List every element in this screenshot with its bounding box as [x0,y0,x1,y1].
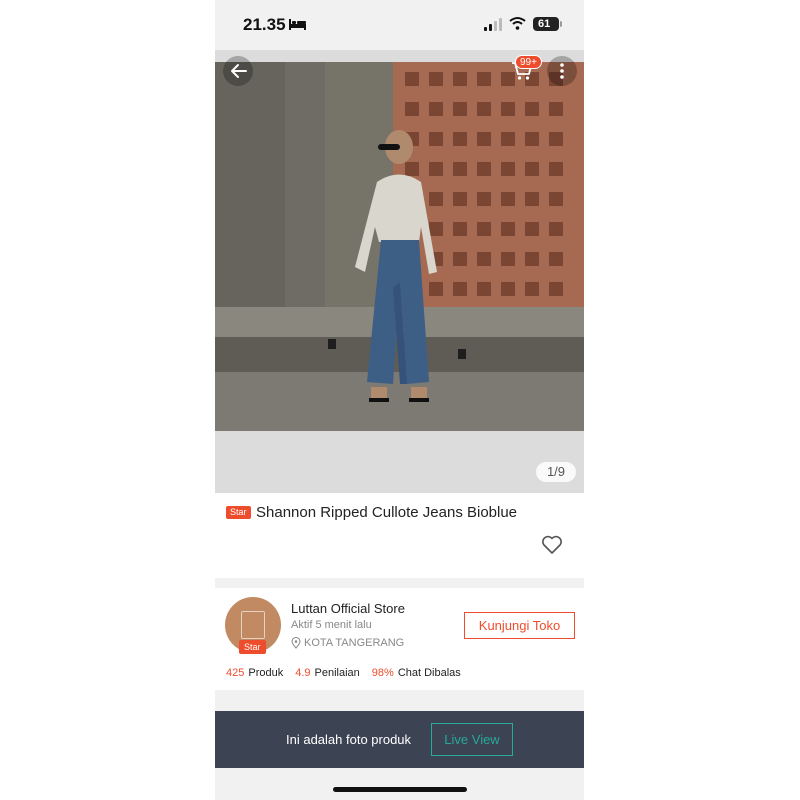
store-name[interactable]: Luttan Official Store [291,601,405,616]
stat-label: Chat Dibalas [397,667,461,679]
stat-products: 425 Produk [226,667,283,679]
live-view-button[interactable]: Live View [431,723,513,756]
store-section: Star Luttan Official Store Aktif 5 menit… [215,588,584,690]
visit-store-button[interactable]: Kunjungi Toko [464,612,575,639]
stat-label: Produk [248,667,284,679]
store-location: KOTA TANGERANG [304,637,405,649]
stat-label: Penilaian [314,667,360,679]
product-title: Shannon Ripped Cullote Jeans Bioblue [256,504,518,521]
stat-chat-reply: 98% Chat Dibalas [372,667,461,679]
store-star-badge: Star [239,640,266,654]
live-view-bar: Ini adalah foto produk Live View [215,711,584,768]
product-title-section: Star Shannon Ripped Cullote Jeans Bioblu… [215,493,584,578]
phone-screen: 21.35 61 99+ 1/9 Star Shannon Ripped Cul… [215,0,584,800]
cart-count-badge: 99+ [515,55,542,69]
stat-value: 4.9 [295,667,311,679]
signal-icon [484,18,502,31]
battery-level: 61 [538,18,551,30]
status-bar: 21.35 61 [215,0,584,50]
stat-value: 425 [226,667,245,679]
status-time: 21.35 [243,15,286,34]
back-arrow-icon [231,64,247,78]
store-active-status: Aktif 5 menit lalu [291,619,372,631]
home-indicator[interactable] [333,787,467,792]
wifi-icon [509,17,526,30]
more-icon [560,63,564,79]
store-logo-mark [241,611,265,639]
live-view-text: Ini adalah foto produk [286,732,412,747]
star-badge: Star [226,506,251,519]
product-photo[interactable] [215,62,584,431]
stat-value: 98% [371,667,394,679]
heart-icon[interactable] [541,535,563,555]
bed-icon [289,19,306,30]
page-indicator: 1/9 [536,462,576,482]
more-button[interactable] [547,56,577,86]
stat-rating: 4.9 Penilaian [295,667,360,679]
back-button[interactable] [223,56,253,86]
location-pin-icon [291,637,301,649]
product-gallery[interactable]: 99+ 1/9 [215,50,584,493]
store-stats: 425 Produk 4.9 Penilaian 98% Chat Dibalas [226,667,461,679]
battery-icon: 61 [533,17,562,31]
